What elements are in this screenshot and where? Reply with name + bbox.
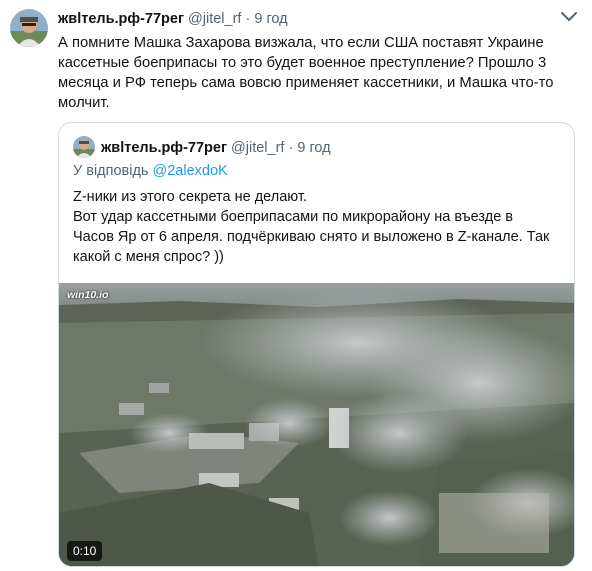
video-watermark: win10.io bbox=[67, 289, 109, 301]
separator-dot: · bbox=[288, 140, 294, 156]
author-avatar[interactable] bbox=[10, 9, 48, 47]
author-handle[interactable]: @jitel_rf bbox=[188, 11, 241, 27]
tweet-text: А помните Машка Захарова визжала, что ес… bbox=[58, 35, 554, 111]
video-duration-badge: 0:10 bbox=[67, 541, 103, 561]
quoted-tweet-time: 9 год bbox=[297, 140, 331, 156]
separator-dot: · bbox=[245, 11, 251, 27]
video-thumbnail[interactable]: win10.io 0:10 bbox=[59, 283, 574, 566]
quoted-tweet[interactable]: жвlтель.рф-77рег @jitel_rf · 9 год У від… bbox=[58, 122, 575, 567]
quoted-text-line: Z-ники из этого секрета не делают. bbox=[73, 189, 307, 205]
quoted-author-avatar[interactable] bbox=[73, 136, 95, 158]
tweet-card: жвlтель.рф-77рег @jitel_rf · 9 год А пом… bbox=[0, 0, 592, 571]
quoted-author-name: жвlтель.рф-77рег bbox=[101, 140, 228, 156]
more-options-icon[interactable] bbox=[557, 5, 581, 27]
tweet-time[interactable]: 9 год bbox=[254, 11, 287, 27]
quoted-author-handle: @jitel_rf bbox=[231, 140, 285, 156]
aerial-scene-image bbox=[59, 283, 574, 566]
quoted-tweet-header: жвlтель.рф-77рег @jitel_rf · 9 год bbox=[101, 139, 331, 157]
reply-context: У відповідь @2alexdoK bbox=[73, 163, 228, 179]
tweet-header: жвlтель.рф-77рег @jitel_rf · 9 год bbox=[58, 10, 288, 28]
quoted-text-line: Вот удар кассетными боеприпасами по микр… bbox=[73, 209, 514, 225]
quoted-tweet-text: Z-ники из этого секрета не делают. Вот у… bbox=[73, 187, 563, 267]
quoted-text-line: Часов Яр от 6 апреля. подчёркиваю снято … bbox=[73, 229, 550, 245]
author-name[interactable]: жвlтель.рф-77рег bbox=[58, 11, 184, 27]
reply-mention-link[interactable]: @2alexdoK bbox=[153, 163, 228, 179]
reply-prefix: У відповідь bbox=[73, 163, 149, 179]
quoted-text-line: какой с меня спрос? )) bbox=[73, 249, 224, 265]
